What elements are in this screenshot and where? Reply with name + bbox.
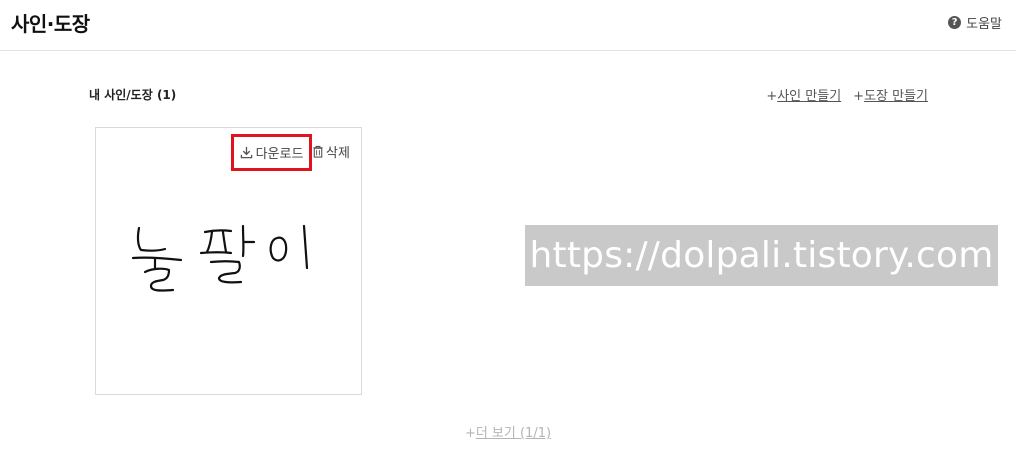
download-icon bbox=[240, 146, 252, 159]
delete-label: 삭제 bbox=[326, 146, 350, 161]
create-actions: +사인 만들기 +도장 만들기 bbox=[766, 85, 928, 104]
plus-icon: + bbox=[853, 89, 865, 104]
download-label: 다운로드 bbox=[255, 147, 304, 162]
create-stamp-label: 도장 만들기 bbox=[864, 89, 928, 104]
create-stamp-link[interactable]: +도장 만들기 bbox=[853, 85, 928, 104]
page-title: 사인·도장 bbox=[11, 12, 90, 36]
signature-image bbox=[131, 224, 309, 292]
load-more-label: 더 보기 (1/1) bbox=[475, 426, 552, 441]
section-title: 내 사인/도장 (1) bbox=[89, 88, 177, 102]
top-bar: 사인·도장 ? 도움말 bbox=[0, 0, 1016, 51]
delete-button[interactable]: 삭제 bbox=[312, 142, 350, 161]
create-sign-link[interactable]: +사인 만들기 bbox=[766, 85, 841, 104]
question-circle-icon: ? bbox=[948, 16, 962, 29]
signature-card: 다운로드 삭제 bbox=[95, 127, 362, 395]
trash-icon bbox=[313, 145, 323, 158]
plus-icon: + bbox=[766, 89, 778, 104]
help-label: 도움말 bbox=[966, 17, 1002, 32]
create-sign-label: 사인 만들기 bbox=[777, 89, 842, 104]
load-more-link[interactable]: +더 보기 (1/1) bbox=[0, 422, 1016, 441]
watermark-url: https://dolpali.tistory.com bbox=[525, 225, 998, 286]
download-button[interactable]: 다운로드 bbox=[231, 134, 312, 171]
plus-icon: + bbox=[464, 426, 476, 441]
help-link[interactable]: ? 도움말 bbox=[948, 13, 1002, 32]
